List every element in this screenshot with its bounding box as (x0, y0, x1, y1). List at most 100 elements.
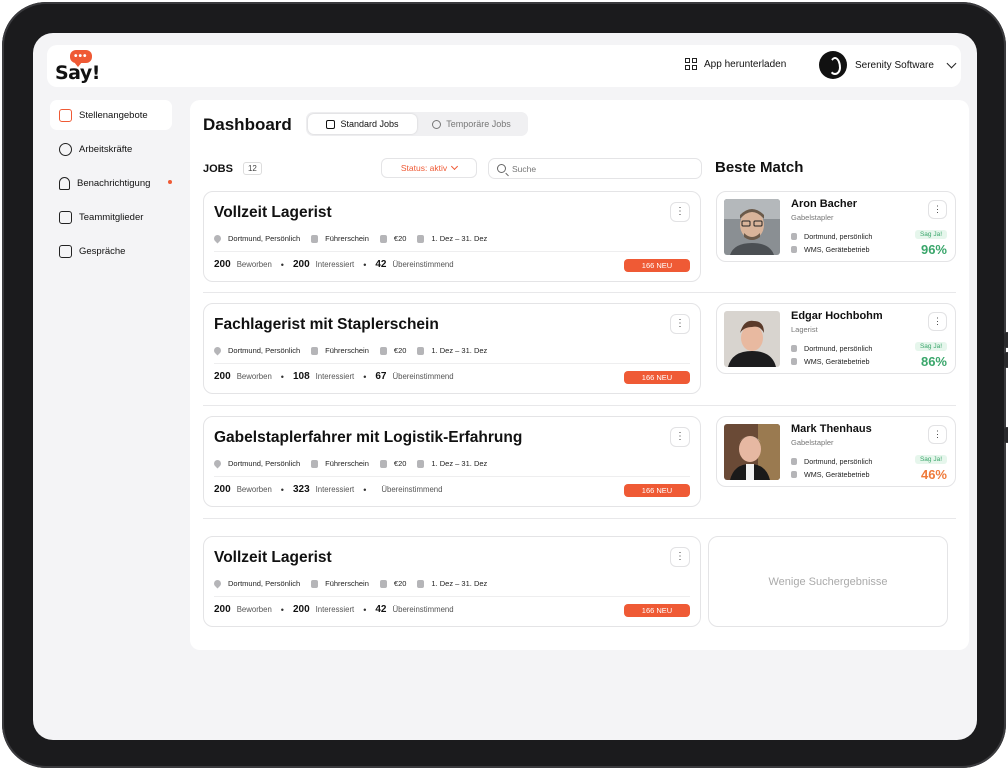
match-name: Edgar Hochbohm (791, 310, 883, 322)
job-location: Dortmund, Persönlich (228, 346, 301, 355)
say-yes-button[interactable]: Sag Ja! (914, 455, 947, 464)
more-options-button[interactable]: ⋮ (670, 314, 690, 334)
new-applicants-badge: 166 NEU (624, 371, 690, 384)
match-location-text: Dortmund, persönlich (804, 457, 873, 466)
job-title: Gabelstaplerfahrer mit Logistik-Erfahrun… (214, 429, 523, 446)
more-options-button[interactable]: ⋮ (670, 427, 690, 447)
sidebar-item-arbeitskraefte[interactable]: Arbeitskräfte (50, 134, 172, 164)
sidebar-item-label: Gespräche (79, 245, 126, 257)
interested-count: 200 (292, 604, 310, 615)
jobs-label: JOBS (203, 162, 233, 175)
empty-results-card: Wenige Suchergebnisse (708, 536, 948, 627)
match-name: Aron Bacher (791, 198, 858, 210)
say-yes-button[interactable]: Sag Ja! (914, 230, 947, 239)
tab-temporaere-jobs[interactable]: Temporäre Jobs (417, 114, 526, 134)
notification-dot (168, 180, 172, 184)
more-options-button[interactable]: ⋮ (928, 200, 947, 219)
avatar (724, 424, 780, 480)
job-license: Führerschein (325, 459, 369, 468)
match-location: Dortmund, persönlich (791, 344, 872, 353)
applied-label: Beworben (236, 485, 272, 494)
match-card[interactable]: Mark Thenhaus Gabelstapler ⋮ Dortmund, p… (716, 416, 956, 487)
calendar-icon (417, 579, 425, 588)
tablet-frame: ••• Say! App herunterladen Serenity Soft… (2, 2, 1008, 768)
jobs-icon (59, 108, 72, 122)
match-role: Gabelstapler (791, 213, 834, 222)
job-stats: 200 Beworben • 200 Interessiert • 42 Überei… (214, 604, 454, 615)
wrench-icon (791, 471, 797, 478)
interested-count: 200 (292, 259, 310, 270)
location-pin-icon (212, 458, 223, 469)
job-pay: €20 (393, 234, 407, 243)
app-download-label: App herunterladen (704, 58, 787, 70)
wrench-icon (311, 459, 319, 468)
sidebar-item-label: Benachrichtigung (77, 177, 151, 189)
applied-label: Beworben (236, 260, 272, 269)
job-license: Führerschein (325, 234, 369, 243)
clock-icon (432, 119, 442, 129)
job-card[interactable]: Vollzeit Lagerist ⋮ Dortmund, Persönlich… (203, 536, 701, 627)
job-stats: 200 Beworben • 108 Interessiert • 67 Überei… (214, 371, 454, 382)
new-applicants-badge: 166 NEU (624, 484, 690, 497)
user-icon (59, 142, 72, 156)
sidebar-item-label: Arbeitskräfte (79, 143, 133, 155)
sidebar-item-benachrichtigung[interactable]: Benachrichtigung (50, 168, 172, 198)
match-percent: 46% (920, 467, 947, 482)
qr-code-icon (685, 58, 697, 70)
mail-icon (59, 244, 72, 258)
tab-label: Temporäre Jobs (446, 119, 511, 129)
tab-standard-jobs[interactable]: Standard Jobs (308, 114, 417, 134)
applied-count: 200 (214, 604, 231, 615)
match-role: Lagerist (791, 325, 818, 334)
more-options-button[interactable]: ⋮ (928, 312, 947, 331)
job-license: Führerschein (325, 579, 369, 588)
match-percent: 96% (920, 242, 947, 257)
search-icon (497, 164, 506, 173)
chevron-down-icon (946, 58, 957, 68)
interested-label: Interessiert (315, 260, 355, 269)
match-skills-text: WMS, Gerätebetrieb (804, 357, 870, 366)
match-card[interactable]: Edgar Hochbohm Lagerist ⋮ Dortmund, pers… (716, 303, 956, 374)
side-button (1004, 352, 1008, 368)
match-label: Übereinstimmend (392, 372, 454, 381)
interested-label: Interessiert (315, 372, 355, 381)
status-filter-dropdown[interactable]: Status: aktiv (381, 158, 477, 178)
job-card[interactable]: Fachlagerist mit Staplerschein ⋮ Dortmun… (203, 303, 701, 394)
sidebar-item-teammitglieder[interactable]: Teammitglieder (50, 202, 172, 232)
applied-count: 200 (214, 371, 231, 382)
side-button (1004, 427, 1008, 443)
job-dates: 1. Dez – 31. Dez (431, 579, 488, 588)
avatar (724, 311, 780, 367)
logo-text: Say! (55, 62, 100, 84)
applied-count: 200 (214, 259, 231, 270)
screen: ••• Say! App herunterladen Serenity Soft… (33, 33, 977, 740)
job-meta: Dortmund, Persönlich Führerschein €20 1.… (212, 345, 487, 356)
sidebar-item-stellenangebote[interactable]: Stellenangebote (50, 100, 172, 130)
company-switcher[interactable]: Serenity Software (819, 51, 957, 79)
job-meta: Dortmund, Persönlich Führerschein €20 1.… (212, 578, 488, 589)
say-logo[interactable]: ••• Say! (55, 50, 105, 84)
job-card[interactable]: Gabelstaplerfahrer mit Logistik-Erfahrun… (203, 416, 701, 507)
match-role: Gabelstapler (791, 438, 834, 447)
job-card[interactable]: Vollzeit Lagerist ⋮ Dortmund, Persönlich… (203, 191, 701, 282)
search-input[interactable] (512, 163, 682, 174)
money-icon (379, 579, 387, 588)
job-title: Fachlagerist mit Staplerschein (214, 316, 439, 333)
match-card[interactable]: Aron Bacher Gabelstapler ⋮ Dortmund, per… (716, 191, 956, 262)
match-label: Übereinstimmend (381, 485, 443, 494)
more-options-button[interactable]: ⋮ (670, 547, 690, 567)
main-panel: Dashboard Standard Jobs Temporäre Jobs J… (190, 100, 969, 650)
match-skills-text: WMS, Gerätebetrieb (804, 470, 870, 479)
say-yes-button[interactable]: Sag Ja! (914, 342, 947, 351)
divider (214, 363, 690, 364)
more-options-button[interactable]: ⋮ (928, 425, 947, 444)
app-download-button[interactable]: App herunterladen (685, 58, 786, 70)
divider (214, 251, 690, 252)
sidebar-item-gespraeche[interactable]: Gespräche (50, 236, 172, 266)
id-card-icon (59, 210, 72, 224)
job-pay: €20 (393, 579, 407, 588)
match-label: Übereinstimmend (392, 260, 454, 269)
more-options-button[interactable]: ⋮ (670, 202, 690, 222)
applied-label: Beworben (236, 372, 272, 381)
job-license: Führerschein (325, 346, 369, 355)
